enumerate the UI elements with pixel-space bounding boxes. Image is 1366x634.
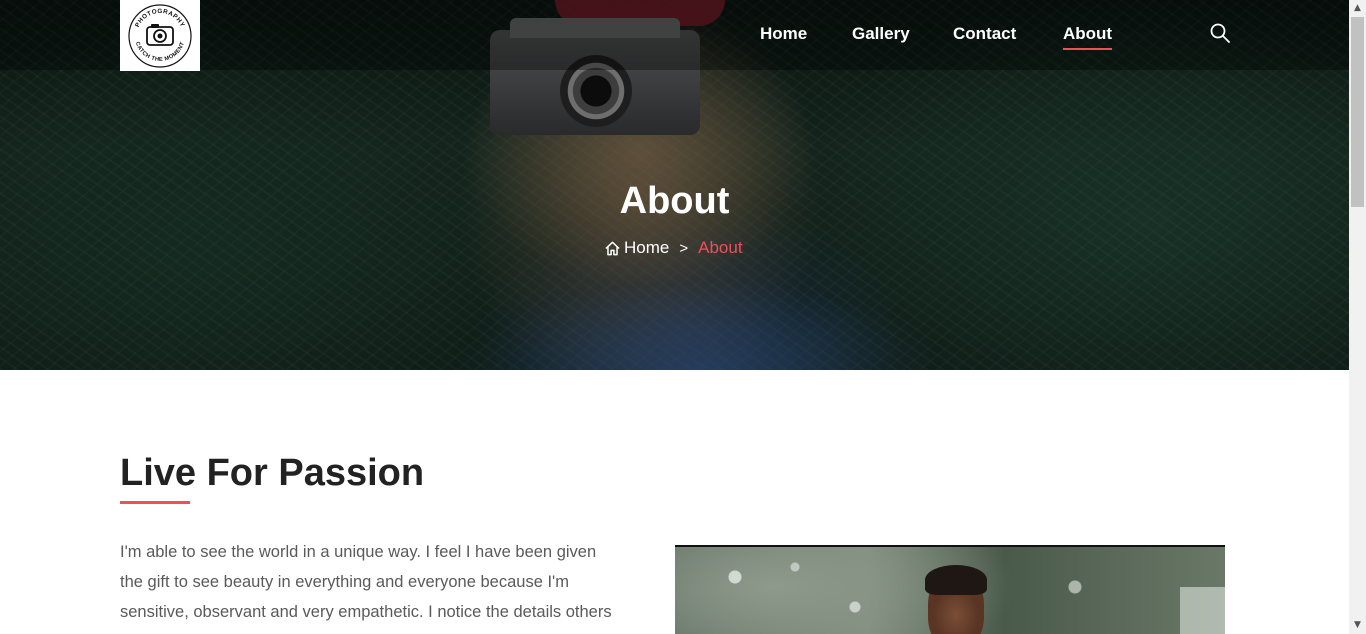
nav-gallery[interactable]: Gallery [852, 22, 910, 46]
nav-about[interactable]: About [1063, 22, 1113, 50]
nav-home[interactable]: Home [760, 22, 807, 46]
section-heading: Live For Passion [120, 452, 425, 494]
page-title: About [619, 180, 730, 222]
breadcrumb-home[interactable]: Home [624, 238, 669, 258]
main-nav: Home Gallery Contact About [0, 22, 1349, 52]
home-icon [605, 241, 620, 255]
scroll-down-icon[interactable]: ▼ [1349, 617, 1366, 634]
breadcrumb: Home > About [604, 236, 743, 260]
nav-contact[interactable]: Contact [953, 22, 1016, 46]
heading-underline [120, 501, 190, 504]
about-paragraph: I'm able to see the world in a unique wa… [120, 537, 665, 627]
breadcrumb-current: About [698, 238, 743, 257]
scroll-up-icon[interactable]: ▲ [1349, 0, 1366, 17]
about-photo [675, 545, 1225, 634]
paragraph-line: sensitive, observant and very empathetic… [120, 603, 612, 621]
paragraph-line: I'm able to see the world in a unique wa… [120, 543, 597, 561]
search-icon[interactable] [1209, 22, 1231, 44]
page-scrollbar[interactable]: ▲ ▼ [1349, 0, 1366, 634]
chevron-right-icon: > [679, 239, 689, 257]
scrollbar-thumb[interactable] [1351, 17, 1364, 207]
paragraph-line: the gift to see beauty in everything and… [120, 573, 569, 591]
